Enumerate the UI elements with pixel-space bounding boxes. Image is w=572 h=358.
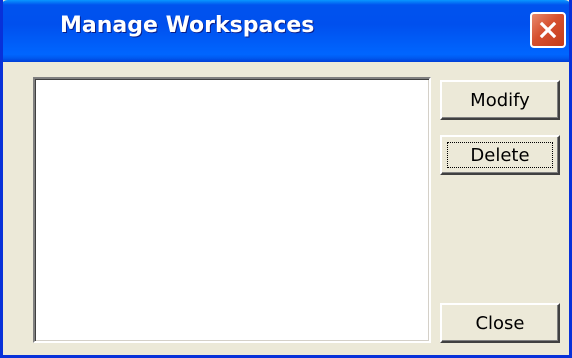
close-button-label: Close [475, 312, 525, 334]
manage-workspaces-dialog: Manage Workspaces Modify Delete Close [0, 0, 572, 358]
delete-button[interactable]: Delete [440, 135, 560, 175]
close-icon [539, 21, 557, 39]
close-button[interactable]: Close [440, 303, 560, 343]
delete-button-label: Delete [470, 144, 530, 166]
modify-button-label: Modify [470, 89, 530, 111]
modify-button[interactable]: Modify [440, 80, 560, 120]
workspace-listbox[interactable] [33, 77, 431, 343]
title-bar[interactable]: Manage Workspaces [3, 0, 569, 62]
title-close-button[interactable] [530, 12, 566, 48]
dialog-title: Manage Workspaces [60, 13, 315, 38]
